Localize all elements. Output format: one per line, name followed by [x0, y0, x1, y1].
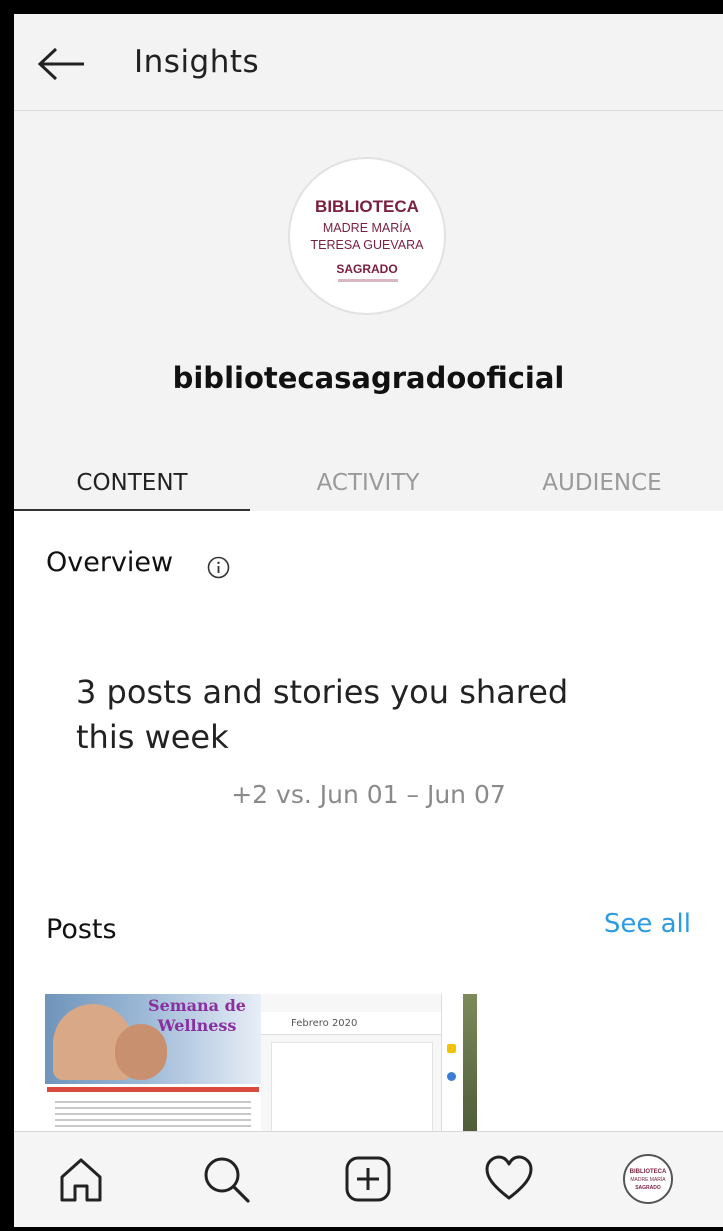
- post-thumbnail[interactable]: Febrero 2020: [261, 994, 477, 1131]
- thumbnail-title-line-1: Semana de: [148, 996, 246, 1015]
- tab-bar: CONTENT ACTIVITY AUDIENCE: [14, 446, 723, 511]
- post-thumbnail[interactable]: Semana de Wellness: [45, 994, 261, 1131]
- overview-summary: 3 posts and stories you shared this week: [76, 673, 569, 756]
- add-post-icon[interactable]: [341, 1152, 395, 1206]
- avatar-text-line-3: SAGRADO: [635, 1185, 661, 1191]
- info-icon[interactable]: [207, 556, 230, 579]
- thumbnail-divider: [47, 1087, 259, 1092]
- thumbnail-sidebar: [441, 994, 464, 1131]
- thumbnail-icon: [447, 1072, 456, 1081]
- username: bibliotecasagradooficial: [172, 361, 565, 395]
- thumbnail-edge-image: [463, 994, 477, 1131]
- app-frame: Insights BIBLIOTECA MADRE MARÍA TERESA G…: [14, 14, 723, 1227]
- page-title: Insights: [134, 44, 260, 80]
- heart-icon[interactable]: [482, 1152, 536, 1206]
- posts-thumbnails: Semana de Wellness Febrero 2020: [45, 994, 477, 1131]
- avatar-text-line-1: BIBLIOTECA: [629, 1169, 667, 1175]
- logo-underline: [338, 279, 398, 282]
- profile-avatar[interactable]: BIBLIOTECA MADRE MARÍA SAGRADO: [623, 1154, 673, 1204]
- overview-title: Overview: [46, 547, 174, 578]
- thumbnail-text-rows: [55, 1097, 251, 1131]
- thumbnail-panel: [271, 1042, 433, 1131]
- bottom-navigation: BIBLIOTECA MADRE MARÍA SAGRADO: [14, 1131, 723, 1227]
- see-all-link[interactable]: See all: [604, 909, 691, 939]
- logo-line-4: SAGRADO: [336, 262, 398, 276]
- thumbnail-icon: [447, 1044, 456, 1053]
- search-icon[interactable]: [199, 1152, 253, 1206]
- arrow-left-icon[interactable]: [36, 46, 88, 82]
- active-tab-indicator: [14, 509, 250, 511]
- logo-line-2: MADRE MARÍA: [322, 221, 412, 235]
- posts-title: Posts: [46, 914, 117, 945]
- tab-content[interactable]: CONTENT: [32, 470, 232, 496]
- profile-logo: BIBLIOTECA MADRE MARÍA TERESA GUEVARA SA…: [288, 157, 446, 315]
- profile-section: BIBLIOTECA MADRE MARÍA TERESA GUEVARA SA…: [14, 111, 723, 511]
- thumbnail-title-line-2: Wellness: [157, 1016, 237, 1035]
- logo-line-1: BIBLIOTECA: [315, 197, 419, 216]
- avatar-text-line-2: MADRE MARÍA: [630, 1177, 666, 1183]
- tab-activity[interactable]: ACTIVITY: [268, 470, 468, 496]
- tab-audience[interactable]: AUDIENCE: [502, 470, 702, 496]
- home-icon[interactable]: [54, 1152, 108, 1206]
- logo-line-3: TERESA GUEVARA: [310, 238, 424, 252]
- header: Insights: [14, 14, 723, 111]
- overview-comparison: +2 vs. Jun 01 – Jun 07: [231, 780, 506, 809]
